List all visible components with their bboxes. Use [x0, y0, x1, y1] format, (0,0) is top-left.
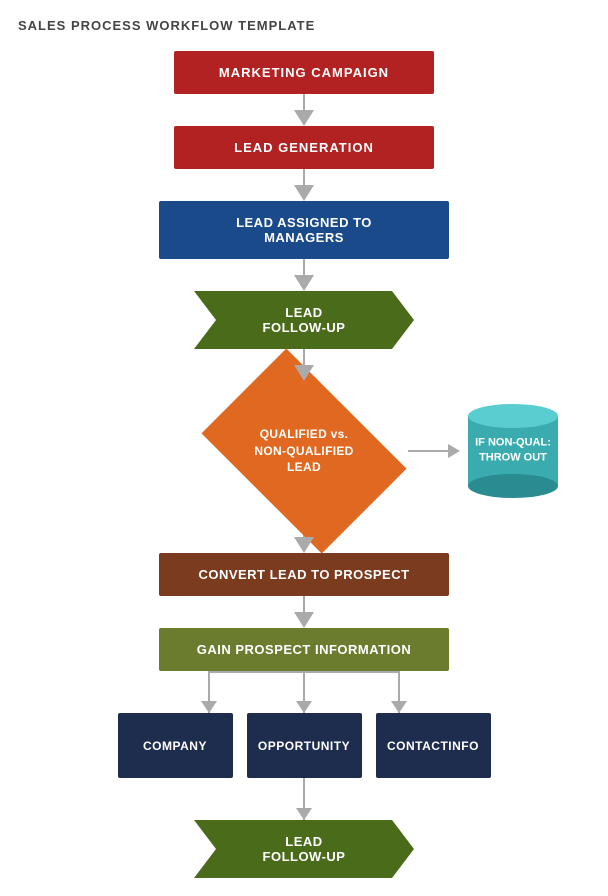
merge-arrow-container [134, 778, 474, 820]
arrow-down [294, 365, 314, 381]
arrow-down-right [391, 701, 407, 713]
nonqual-group: IF NON-QUAL: THROW OUT [408, 416, 558, 486]
qualified-diamond: QUALIFIED vs. NON-QUALIFIED LEAD [204, 381, 404, 521]
lead-generation-box: LEAD GENERATION [174, 126, 434, 169]
connector-4 [294, 349, 314, 381]
cylinder-text: IF NON-QUAL: THROW OUT [471, 436, 556, 467]
arrow-down [294, 612, 314, 628]
three-boxes-row: COMPANY OPPORTUNITY CONTACT INFO [10, 713, 598, 778]
split-arrow-container [134, 671, 474, 713]
arrow-down-final [296, 808, 312, 820]
cylinder-container: IF NON-QUAL: THROW OUT [468, 416, 558, 486]
flowchart: MARKETING CAMPAIGN LEAD GENERATION LEAD … [10, 51, 598, 878]
arrow-down-center [296, 701, 312, 713]
horiz-line [209, 671, 399, 673]
arrow-line [303, 94, 305, 110]
connector-2 [294, 169, 314, 201]
qualified-row: QUALIFIED vs. NON-QUALIFIED LEAD IF NON-… [10, 381, 598, 521]
arrow-line [303, 259, 305, 275]
arrow-down [294, 537, 314, 553]
arrow-down [294, 275, 314, 291]
diamond-text: QUALIFIED vs. NON-QUALIFIED LEAD [254, 426, 353, 476]
connector-3 [294, 259, 314, 291]
arrow-line [303, 596, 305, 612]
lead-followup-1-box: LEAD FOLLOW-UP [194, 291, 414, 349]
arrow-down [294, 110, 314, 126]
lead-assigned-box: LEAD ASSIGNED TO MANAGERS [159, 201, 449, 259]
lead-followup-2-box: LEAD FOLLOW-UP [194, 820, 414, 878]
convert-lead-box: CONVERT LEAD TO PROSPECT [159, 553, 449, 596]
marketing-campaign-box: MARKETING CAMPAIGN [174, 51, 434, 94]
gain-prospect-box: GAIN PROSPECT INFORMATION [159, 628, 449, 671]
company-box: COMPANY [118, 713, 233, 778]
arrow-right-head [448, 444, 460, 458]
arrow-right-line [408, 450, 448, 452]
page-container: SALES PROCESS WORKFLOW TEMPLATE MARKETIN… [10, 18, 598, 878]
arrow-down-left [201, 701, 217, 713]
opportunity-box: OPPORTUNITY [247, 713, 362, 778]
arrow-right-group [408, 444, 460, 458]
connector-1 [294, 94, 314, 126]
page-title: SALES PROCESS WORKFLOW TEMPLATE [18, 18, 598, 33]
connector-6 [294, 596, 314, 628]
arrow-line [303, 349, 305, 365]
arrow-line [303, 169, 305, 185]
contact-info-box: CONTACT INFO [376, 713, 491, 778]
arrow-down [294, 185, 314, 201]
